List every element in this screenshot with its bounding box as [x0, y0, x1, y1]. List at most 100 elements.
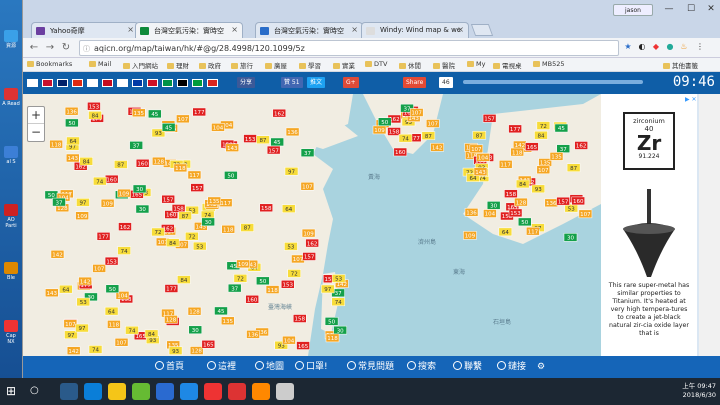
aqi-marker[interactable]: 30: [201, 217, 215, 227]
aqi-marker[interactable]: 109: [117, 188, 131, 198]
aqi-marker[interactable]: 177: [508, 124, 522, 134]
aqi-marker[interactable]: 177: [192, 107, 206, 117]
aqi-marker[interactable]: 117: [498, 160, 513, 169]
aqi-marker[interactable]: 136: [464, 208, 479, 217]
bookmark-item[interactable]: 其他書籤: [663, 60, 698, 70]
aqi-marker[interactable]: 87: [178, 211, 192, 220]
aqi-marker[interactable]: 87: [566, 163, 581, 172]
aqi-marker[interactable]: 157: [266, 145, 281, 155]
site-menu-item[interactable]: 聯繫: [453, 360, 482, 374]
aqi-marker[interactable]: 30: [135, 204, 150, 214]
aqi-marker[interactable]: 165: [525, 142, 539, 151]
site-menu-item[interactable]: 首頁: [155, 360, 184, 374]
adchoices-icon[interactable]: ▶ ✕: [685, 96, 697, 103]
star-icon[interactable]: ★: [623, 42, 633, 52]
share-button[interactable]: 分享: [237, 77, 256, 88]
back-icon[interactable]: ←: [27, 41, 41, 55]
aqi-marker[interactable]: 64: [59, 284, 73, 294]
aqi-marker[interactable]: 30: [132, 184, 147, 194]
aqi-marker[interactable]: 37: [227, 283, 242, 293]
aqi-marker[interactable]: 72: [151, 227, 165, 237]
share-button[interactable]: 46: [439, 77, 453, 88]
aqi-marker[interactable]: 157: [482, 114, 497, 123]
language-flag-icon[interactable]: [147, 79, 158, 87]
language-flag-icon[interactable]: [72, 79, 83, 87]
language-flag-icon[interactable]: [192, 79, 203, 87]
aqi-marker[interactable]: 104: [211, 123, 225, 132]
aqi-marker[interactable]: 128: [189, 346, 204, 355]
language-flag-icon[interactable]: [27, 79, 38, 87]
aqi-marker[interactable]: 136: [64, 106, 79, 116]
aqi-marker[interactable]: 84: [165, 238, 180, 247]
bookmark-item[interactable]: My: [467, 60, 485, 68]
aqi-marker[interactable]: 107: [409, 108, 424, 117]
aqi-marker[interactable]: 87: [240, 223, 255, 232]
aqi-marker[interactable]: 53: [284, 242, 298, 251]
aqi-marker[interactable]: 74: [331, 297, 346, 307]
aqi-marker[interactable]: 118: [221, 224, 235, 234]
aqi-marker[interactable]: 104: [476, 153, 490, 162]
aqi-marker[interactable]: 109: [463, 231, 477, 240]
bookmark-item[interactable]: 醫院: [433, 60, 455, 70]
aqi-marker[interactable]: 157: [302, 252, 316, 261]
aqi-marker[interactable]: 74: [93, 176, 107, 186]
site-menu-item[interactable]: 這裡: [207, 360, 236, 374]
site-menu-item[interactable]: ⚙: [537, 360, 545, 374]
aqi-marker[interactable]: 160: [245, 295, 259, 304]
share-button[interactable]: 贊 51: [281, 77, 303, 88]
aqi-marker[interactable]: 74: [117, 246, 131, 255]
aqi-marker[interactable]: 128: [514, 197, 528, 207]
aqi-marker[interactable]: 158: [259, 203, 273, 213]
aqi-marker[interactable]: 64: [281, 204, 296, 213]
language-flag-icon[interactable]: [42, 79, 53, 87]
desktop-icon[interactable]: 資源: [2, 30, 20, 54]
aqi-marker[interactable]: 153: [281, 280, 295, 289]
aqi-marker[interactable]: 135: [221, 316, 235, 326]
aqi-marker[interactable]: 136: [285, 127, 300, 137]
aqi-marker[interactable]: 37: [52, 197, 66, 207]
aqi-marker[interactable]: 93: [531, 184, 545, 194]
aqi-marker[interactable]: 143: [225, 143, 240, 152]
language-flag-icon[interactable]: [162, 79, 173, 87]
taskbar-app-icon[interactable]: [180, 383, 198, 400]
reload-icon[interactable]: ↻: [59, 41, 73, 55]
aqi-marker[interactable]: 37: [129, 141, 143, 150]
site-menu-item[interactable]: 鏈接: [497, 360, 526, 374]
aqi-marker[interactable]: 109: [236, 259, 250, 269]
aqi-marker[interactable]: 72: [233, 274, 248, 283]
bookmark-item[interactable]: MB525: [533, 60, 564, 68]
share-button[interactable]: 推文: [307, 77, 326, 88]
windows-start-icon[interactable]: ⊞: [6, 384, 20, 398]
language-flag-icon[interactable]: [57, 79, 68, 87]
aqi-marker[interactable]: 84: [88, 110, 102, 120]
aqi-marker[interactable]: 142: [78, 276, 92, 286]
browser-tab[interactable]: 台灣空氣污染：實時空 ×: [255, 22, 363, 38]
aqi-marker[interactable]: 135: [538, 158, 552, 167]
aqi-marker[interactable]: 64: [66, 136, 80, 146]
advertisement[interactable]: ▶ ✕ zirconium 40 Zr 91.224 This rare sup…: [601, 94, 697, 356]
aqi-marker[interactable]: 142: [66, 346, 81, 355]
tab-close-icon[interactable]: ×: [127, 25, 134, 34]
aqi-marker[interactable]: 109: [75, 211, 89, 220]
desktop-icon[interactable]: A Read: [2, 88, 20, 112]
taskbar-app-icon[interactable]: [84, 383, 102, 400]
aqi-marker[interactable]: 107: [92, 264, 106, 273]
aqi-marker[interactable]: 158: [171, 204, 186, 213]
aqi-marker[interactable]: 158: [504, 189, 518, 198]
aqi-marker[interactable]: 50: [105, 284, 120, 294]
tab-close-icon[interactable]: ×: [457, 25, 464, 34]
bookmark-item[interactable]: 政府: [199, 60, 221, 70]
aqi-marker[interactable]: 45: [214, 306, 228, 316]
aqi-marker[interactable]: 37: [300, 148, 315, 157]
aqi-marker[interactable]: 153: [508, 208, 523, 218]
aqi-marker[interactable]: 118: [49, 139, 63, 149]
ublock-icon[interactable]: ◆: [651, 42, 661, 52]
browser-tab[interactable]: 台灣空氣污染：實時空 ×: [135, 22, 243, 38]
menu-icon[interactable]: ⋮: [695, 42, 705, 52]
language-flag-icon[interactable]: [132, 79, 143, 87]
aqi-marker[interactable]: 165: [296, 341, 310, 350]
forward-icon[interactable]: →: [43, 41, 57, 55]
taskbar-app-icon[interactable]: [156, 383, 174, 400]
aqi-marker[interactable]: 72: [185, 231, 199, 241]
aqi-marker[interactable]: 143: [473, 167, 488, 176]
